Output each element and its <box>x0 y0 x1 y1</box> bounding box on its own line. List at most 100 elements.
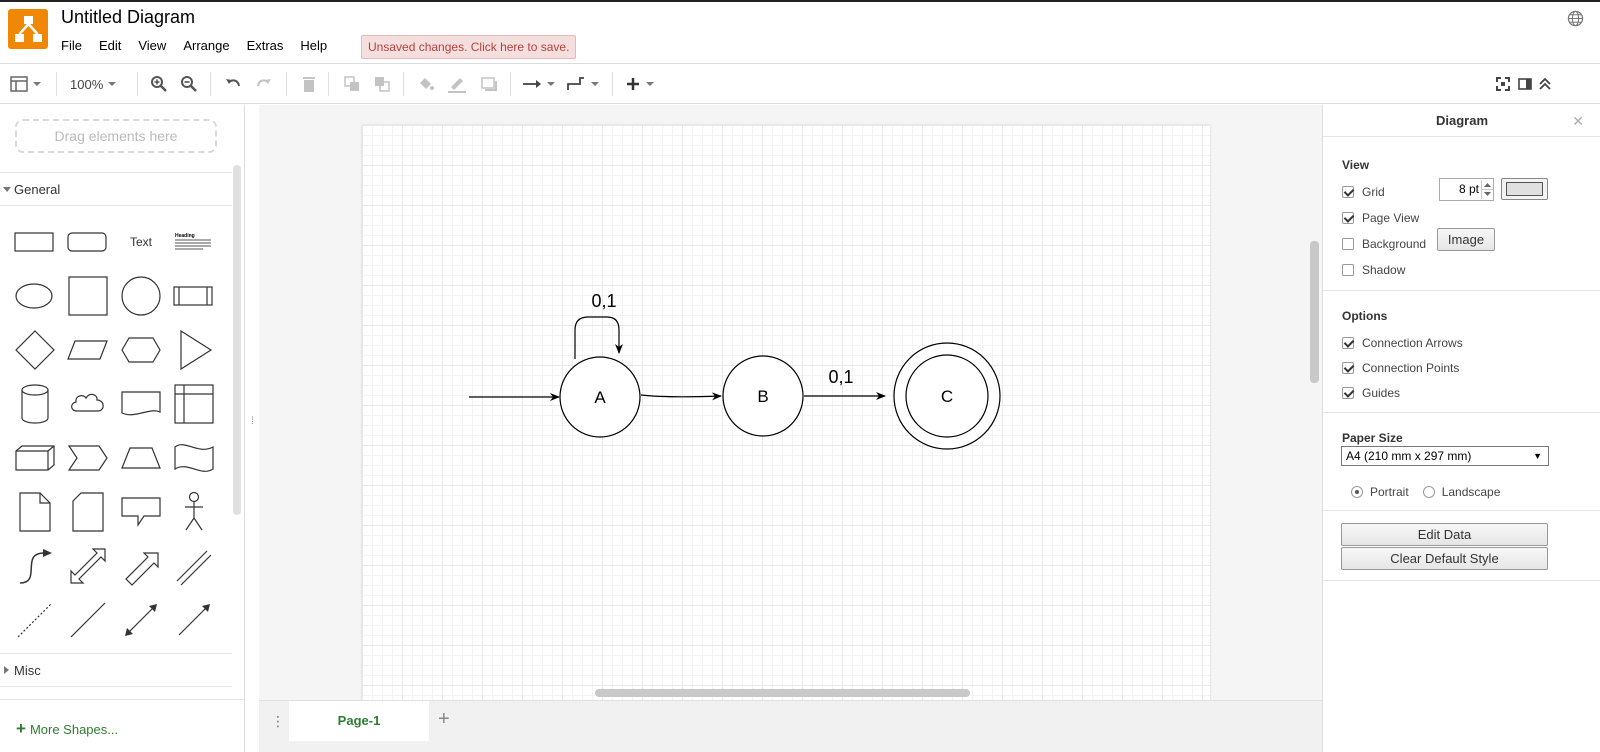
shadow-icon[interactable] <box>480 74 498 94</box>
trapezoid-shape[interactable] <box>116 433 166 483</box>
parallelogram-shape[interactable] <box>63 325 113 375</box>
cylinder-shape[interactable] <box>10 379 60 429</box>
collapse-icon[interactable] <box>1538 74 1552 94</box>
document-shape[interactable] <box>116 379 166 429</box>
ellipse-shape[interactable] <box>10 271 60 321</box>
tape-shape[interactable] <box>169 433 219 483</box>
edge-a-self-loop-label[interactable]: 0,1 <box>591 291 616 311</box>
portrait-radio[interactable] <box>1351 486 1363 498</box>
bidirectional-connector-shape[interactable] <box>116 595 166 645</box>
splitter-handle-icon[interactable]: ⁞ <box>251 416 254 427</box>
connection-points-option[interactable]: Connection Points <box>1342 361 1459 375</box>
connection-arrows-option[interactable]: Connection Arrows <box>1342 336 1463 350</box>
toggle-panel-icon[interactable] <box>1518 74 1532 94</box>
background-image-button[interactable]: Image <box>1437 228 1495 251</box>
fill-color-icon[interactable] <box>417 74 435 94</box>
internal-storage-shape[interactable] <box>169 379 219 429</box>
hexagon-shape[interactable] <box>116 325 166 375</box>
zoom-dropdown[interactable]: 100% <box>70 74 117 94</box>
insert-icon[interactable] <box>625 74 654 94</box>
page-menu-icon[interactable]: ⋮ <box>271 713 285 730</box>
grid-option[interactable]: Grid <box>1342 185 1385 199</box>
background-option[interactable]: Background <box>1342 237 1426 251</box>
background-checkbox[interactable] <box>1342 238 1354 250</box>
unsaved-changes-button[interactable]: Unsaved changes. Click here to save. <box>361 35 577 59</box>
delete-icon[interactable] <box>300 74 318 94</box>
add-page-icon[interactable]: + <box>438 708 450 731</box>
sidebar-scrollbar[interactable] <box>233 165 241 515</box>
section-general[interactable]: General <box>0 172 232 206</box>
card-shape[interactable] <box>63 487 113 537</box>
undo-icon[interactable] <box>224 74 242 94</box>
zoom-in-icon[interactable] <box>150 74 168 94</box>
line-color-icon[interactable] <box>447 74 467 94</box>
shadow-option[interactable]: Shadow <box>1342 263 1405 277</box>
connection-points-checkbox[interactable] <box>1342 362 1354 374</box>
process-shape[interactable] <box>169 271 219 321</box>
edge-a-to-b[interactable] <box>640 392 722 401</box>
page-view-checkbox[interactable] <box>1342 212 1354 224</box>
guides-option[interactable]: Guides <box>1342 386 1400 400</box>
link-shape[interactable] <box>169 541 219 591</box>
triangle-shape[interactable] <box>169 325 219 375</box>
dashed-line-shape[interactable] <box>10 595 60 645</box>
redo-icon[interactable] <box>255 74 273 94</box>
waypoints-icon[interactable] <box>566 74 599 94</box>
curve-shape[interactable] <box>10 541 60 591</box>
circle-shape[interactable] <box>116 271 166 321</box>
edge-b-to-c-label[interactable]: 0,1 <box>828 367 853 387</box>
to-back-icon[interactable] <box>373 74 391 94</box>
shadow-checkbox[interactable] <box>1342 264 1354 276</box>
edge-a-self-loop[interactable] <box>574 316 623 359</box>
arrow-shape[interactable] <box>116 541 166 591</box>
connection-icon[interactable] <box>522 74 555 94</box>
globe-icon[interactable] <box>1567 10 1584 27</box>
menu-extras[interactable]: Extras <box>247 38 292 53</box>
cloud-shape[interactable] <box>63 379 113 429</box>
clear-default-style-button[interactable]: Clear Default Style <box>1341 547 1548 570</box>
grid-size-stepper[interactable] <box>1481 180 1493 199</box>
note-shape[interactable] <box>10 487 60 537</box>
document-title[interactable]: Untitled Diagram <box>61 7 195 28</box>
bidirectional-arrow-shape[interactable] <box>63 541 113 591</box>
text-shape[interactable]: Text <box>116 217 166 267</box>
fullscreen-icon[interactable] <box>1496 74 1510 94</box>
sidebar-splitter[interactable] <box>245 105 259 752</box>
tab-page-1[interactable]: Page-1 <box>289 701 429 741</box>
to-front-icon[interactable] <box>343 74 361 94</box>
step-shape[interactable] <box>63 433 113 483</box>
edit-data-button[interactable]: Edit Data <box>1341 523 1548 546</box>
diamond-shape[interactable] <box>10 325 60 375</box>
zoom-out-icon[interactable] <box>180 74 198 94</box>
canvas-horizontal-scrollbar[interactable] <box>595 689 970 697</box>
grid-size-input[interactable]: 8 pt <box>1439 178 1494 201</box>
drag-elements-zone[interactable]: Drag elements here <box>15 119 217 153</box>
grid-color-button[interactable] <box>1501 178 1548 200</box>
grid-checkbox[interactable] <box>1342 186 1354 198</box>
paper-size-select[interactable]: A4 (210 mm x 297 mm) ▼ <box>1341 446 1549 466</box>
guides-checkbox[interactable] <box>1342 387 1354 399</box>
menu-edit[interactable]: Edit <box>99 38 129 53</box>
close-icon[interactable]: ✕ <box>1572 113 1584 130</box>
menu-help[interactable]: Help <box>300 38 335 53</box>
canvas-area[interactable]: 0,1 0,1 A B C <box>259 105 1322 705</box>
portrait-option[interactable]: Portrait Landscape <box>1351 485 1500 499</box>
menu-file[interactable]: File <box>61 38 90 53</box>
rectangle-shape[interactable] <box>10 217 60 267</box>
more-shapes-button[interactable]: + More Shapes... <box>0 699 244 752</box>
diagram-page[interactable]: 0,1 0,1 A B C <box>362 125 1210 705</box>
heading-textbox-shape[interactable]: Heading <box>169 217 219 267</box>
section-misc[interactable]: Misc <box>0 653 232 687</box>
actor-shape[interactable] <box>169 487 219 537</box>
diagram-canvas[interactable]: 0,1 0,1 A B C <box>362 125 1210 705</box>
landscape-radio[interactable] <box>1422 486 1435 498</box>
cube-shape[interactable] <box>10 433 60 483</box>
directional-connector-shape[interactable] <box>169 595 219 645</box>
rounded-rectangle-shape[interactable] <box>63 217 113 267</box>
connection-arrows-checkbox[interactable] <box>1342 337 1354 349</box>
page-view-option[interactable]: Page View <box>1342 211 1419 225</box>
format-panel-icon[interactable] <box>10 74 41 94</box>
menu-arrange[interactable]: Arrange <box>183 38 237 53</box>
canvas-vertical-scrollbar[interactable] <box>1310 241 1319 383</box>
square-shape[interactable] <box>63 271 113 321</box>
